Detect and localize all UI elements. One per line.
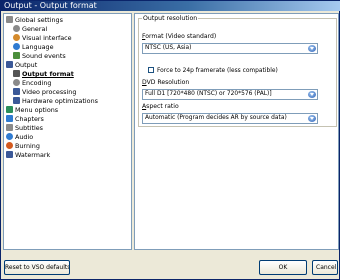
tree-item-subtitles[interactable]: Subtitles	[6, 124, 43, 133]
dialog-button-bar: Reset to VSO defaults OK Cancel	[1, 252, 339, 279]
aspect-ratio-label: Aspect ratio	[142, 103, 179, 110]
video-icon	[13, 88, 20, 95]
ok-button[interactable]: OK	[259, 260, 307, 275]
flame-icon	[6, 142, 13, 149]
format-label: Format (Video standard)	[142, 33, 217, 40]
tree-item-sound-events[interactable]: Sound events	[13, 52, 66, 61]
chip-icon	[13, 97, 20, 104]
dvd-resolution-select[interactable]: Full D1 [720*480 (NTSC) or 720*576 (PAL)…	[142, 89, 318, 100]
gear-icon	[13, 25, 20, 32]
tree-item-language[interactable]: Language	[13, 43, 54, 52]
settings-icon	[6, 16, 13, 23]
tree-item-output[interactable]: Output	[6, 61, 37, 70]
tree-item-chapters[interactable]: Chapters	[6, 115, 44, 124]
force-24p-label: Force to 24p framerate (less compatible)	[157, 68, 278, 74]
dvd-resolution-label: DVD Resolution	[142, 79, 190, 86]
tree-item-video-processing[interactable]: Video processing	[13, 88, 76, 97]
tree-item-general[interactable]: General	[13, 25, 47, 34]
settings-tree[interactable]: Global settings General Visual interface…	[3, 13, 132, 250]
output-format-panel: Output resolution Format (Video standard…	[134, 13, 339, 250]
force-24p-row[interactable]: Force to 24p framerate (less compatible)	[148, 67, 278, 75]
output-resolution-legend: Output resolution	[142, 14, 199, 23]
aspect-ratio-select[interactable]: Automatic (Program decides AR by source …	[142, 113, 318, 124]
gear-icon	[13, 79, 20, 86]
menu-icon	[6, 106, 13, 113]
subtitles-icon	[6, 124, 13, 131]
chapters-icon	[6, 115, 13, 122]
watermark-icon	[6, 151, 13, 158]
globe-icon	[13, 43, 20, 50]
tree-item-menu-options[interactable]: Menu options	[6, 106, 58, 115]
tree-item-burning[interactable]: Burning	[6, 142, 40, 151]
tree-item-watermark[interactable]: Watermark	[6, 151, 50, 160]
tree-item-visual-interface[interactable]: Visual interface	[13, 34, 72, 43]
format-select[interactable]: NTSC (US, Asia)	[142, 43, 318, 54]
options-window: Output - Output format Global settings G…	[0, 0, 340, 280]
tree-item-audio[interactable]: Audio	[6, 133, 33, 142]
tree-item-hardware-optimizations[interactable]: Hardware optimizations	[13, 97, 98, 106]
window-title: Output - Output format	[1, 1, 340, 11]
film-icon	[13, 70, 20, 77]
music-note-icon	[6, 133, 13, 140]
tree-item-encoding[interactable]: Encoding	[13, 79, 51, 88]
speaker-icon	[13, 52, 20, 59]
tree-item-global-settings[interactable]: Global settings	[6, 16, 63, 25]
dvd-resolution-value: Full D1 [720*480 (NTSC) or 720*576 (PAL)…	[145, 91, 272, 97]
palette-icon	[13, 34, 20, 41]
output-resolution-group: Output resolution Format (Video standard…	[138, 14, 337, 127]
cancel-button[interactable]: Cancel	[312, 260, 338, 275]
chevron-down-icon[interactable]	[308, 115, 316, 122]
chevron-down-icon[interactable]	[308, 45, 316, 52]
force-24p-checkbox[interactable]	[148, 67, 154, 73]
aspect-ratio-value: Automatic (Program decides AR by source …	[145, 115, 287, 121]
monitor-icon	[6, 61, 13, 68]
chevron-down-icon[interactable]	[308, 91, 316, 98]
reset-defaults-button[interactable]: Reset to VSO defaults	[4, 260, 70, 275]
format-value: NTSC (US, Asia)	[145, 45, 192, 51]
tree-item-output-format[interactable]: Output format	[13, 70, 74, 79]
